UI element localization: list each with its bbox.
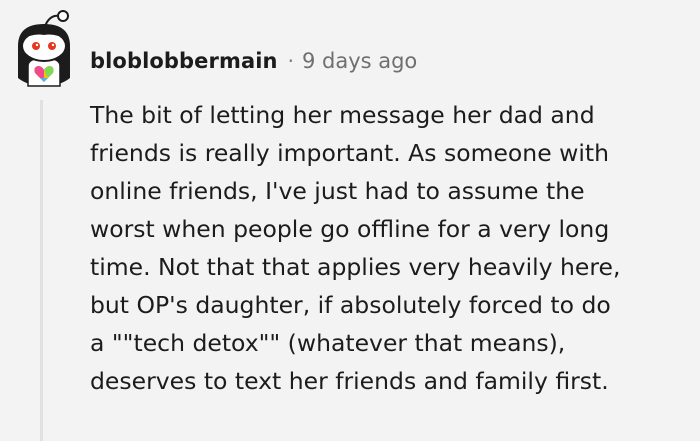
comment-line: but OP's daughter, if absolutely forced … — [90, 291, 611, 319]
comment-line: time. Not that that applies very heavily… — [90, 253, 621, 281]
snoo-avatar-icon — [18, 10, 70, 87]
comment-header: bloblobbermain · 9 days ago — [90, 44, 417, 78]
comment-line: a ""tech detox"" (whatever that means), — [90, 329, 566, 357]
comment-line: friends is really important. As someone … — [90, 139, 609, 167]
thread-collapse-line[interactable] — [40, 100, 43, 441]
comment-line: deserves to text her friends and family … — [90, 367, 609, 395]
comment-line: worst when people go offline for a very … — [90, 215, 610, 243]
comment: bloblobbermain · 9 days ago The bit of l… — [0, 0, 700, 441]
comment-line: online friends, I've just had to assume … — [90, 177, 585, 205]
username-link[interactable]: bloblobbermain — [90, 49, 278, 73]
avatar[interactable] — [8, 6, 80, 92]
comment-body: The bit of letting her message her dad a… — [90, 96, 695, 400]
meta-separator: · — [287, 49, 294, 73]
comment-line: The bit of letting her message her dad a… — [90, 101, 595, 129]
timestamp[interactable]: 9 days ago — [302, 49, 417, 73]
